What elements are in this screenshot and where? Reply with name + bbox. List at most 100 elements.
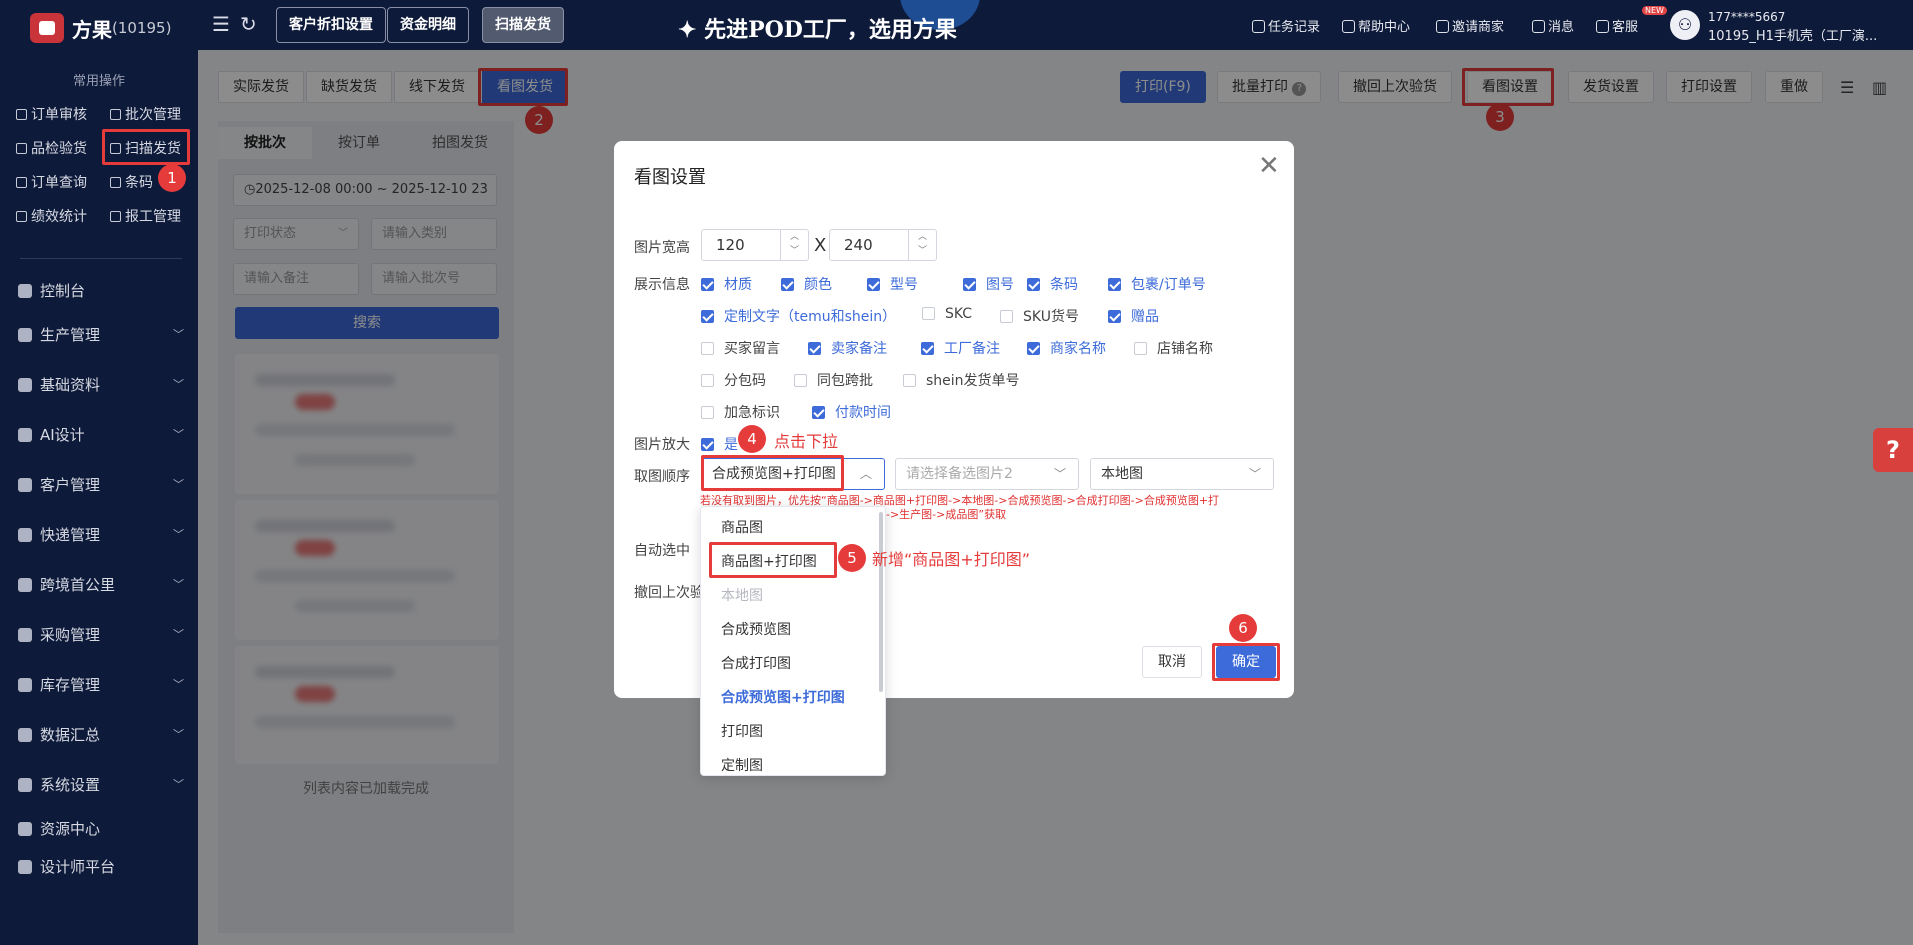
stepper-icon[interactable]: ︿ ﹀	[908, 230, 936, 260]
display-option-checkbox[interactable]: 付款时间	[812, 402, 891, 422]
batch-icon	[110, 109, 121, 120]
height-value: 240	[844, 236, 873, 254]
annotation-text-5: 新增“商品图+打印图”	[872, 550, 1030, 569]
fund-detail-button[interactable]: 资金明细	[387, 7, 469, 43]
checkbox-box	[963, 278, 976, 291]
display-option-checkbox[interactable]: 工厂备注	[921, 338, 1000, 358]
quick-performance[interactable]: 绩效统计	[16, 206, 87, 226]
dropdown-option-selected[interactable]: 合成预览图+打印图	[721, 687, 845, 707]
discount-settings-button[interactable]: 客户折扣设置	[276, 7, 386, 43]
menu-purchase[interactable]: 采购管理 ﹀	[18, 624, 188, 645]
dropdown-option[interactable]: 合成预览图	[721, 619, 791, 639]
width-input[interactable]: 120 ︿ ﹀	[701, 229, 809, 261]
menu-crossborder[interactable]: 跨境首公里 ﹀	[18, 574, 188, 595]
menu-ai-design[interactable]: AI设计 ﹀	[18, 424, 188, 445]
display-option-checkbox[interactable]: 图号	[963, 274, 1014, 294]
checkbox-box	[921, 342, 934, 355]
image-order-select-3[interactable]: 本地图 ﹀	[1090, 458, 1274, 490]
menu-system-settings[interactable]: 系统设置 ﹀	[18, 774, 188, 795]
dropdown-scrollbar[interactable]	[879, 512, 883, 692]
menu-label: 设计师平台	[40, 858, 116, 876]
display-option-checkbox[interactable]: 加急标识	[701, 402, 780, 422]
display-option-checkbox[interactable]: 商家名称	[1027, 338, 1106, 358]
purchase-icon	[18, 628, 32, 642]
scan-ship-button[interactable]: 扫描发货	[482, 7, 564, 43]
display-option-checkbox[interactable]: 颜色	[781, 274, 832, 294]
task-record-link[interactable]: 任务记录	[1252, 16, 1320, 35]
display-option-checkbox[interactable]: 店铺名称	[1134, 338, 1213, 358]
help-center-link[interactable]: 帮助中心	[1342, 16, 1410, 35]
display-option-checkbox[interactable]: 材质	[701, 274, 752, 294]
menu-production[interactable]: 生产管理 ﹀	[18, 324, 188, 345]
menu-label: 基础资料	[40, 376, 101, 394]
stepper-icon[interactable]: ︿ ﹀	[780, 230, 808, 260]
collapse-menu-icon[interactable]: ☰	[212, 12, 230, 36]
refresh-icon[interactable]: ↻	[240, 12, 257, 36]
menu-label: 跨境首公里	[40, 576, 116, 594]
common-ops-title: 常用操作	[72, 74, 125, 89]
menu-label: 系统设置	[40, 776, 101, 794]
menu-resource-center[interactable]: 资源中心	[18, 818, 188, 839]
chevron-down-icon: ﹀	[173, 428, 184, 441]
zoom-yes-label: 是	[724, 437, 738, 453]
quick-batch-manage[interactable]: 批次管理	[110, 104, 181, 124]
dropdown-option[interactable]: 合成打印图	[721, 653, 791, 673]
quick-work-report[interactable]: 报工管理	[110, 206, 181, 226]
user-shop[interactable]: 10195_H1手机壳（工厂演...	[1708, 25, 1908, 44]
report-icon	[110, 211, 121, 222]
help-icon	[1342, 20, 1355, 33]
display-option-checkbox[interactable]: 同包跨批	[794, 370, 873, 390]
message-link[interactable]: 消息	[1532, 16, 1574, 35]
help-float-button[interactable]: ?	[1873, 428, 1913, 472]
display-option-checkbox[interactable]: shein发货单号	[903, 370, 1020, 390]
express-icon	[18, 528, 32, 542]
checkbox-box	[808, 342, 821, 355]
checkbox-box	[1134, 342, 1147, 355]
menu-label: 库存管理	[40, 676, 101, 694]
menu-basic-data[interactable]: 基础资料 ﹀	[18, 374, 188, 395]
quick-label: 订单审核	[31, 107, 87, 123]
quick-order-query[interactable]: 订单查询	[16, 172, 87, 192]
display-option-checkbox[interactable]: SKU货号	[1000, 306, 1079, 326]
display-option-checkbox[interactable]: 卖家备注	[808, 338, 887, 358]
menu-data-summary[interactable]: 数据汇总 ﹀	[18, 724, 188, 745]
display-option-checkbox[interactable]: 包裹/订单号	[1108, 274, 1206, 294]
invite-merchant-link[interactable]: 邀请商家	[1436, 16, 1504, 35]
checkbox-box	[701, 406, 714, 419]
zoom-checkbox[interactable]: 是	[701, 434, 738, 454]
display-option-label: 分包码	[724, 373, 766, 389]
menu-customer[interactable]: 客户管理 ﹀	[18, 474, 188, 495]
display-option-checkbox[interactable]: 赠品	[1108, 306, 1159, 326]
checkbox-box	[1108, 278, 1121, 291]
display-option-checkbox[interactable]: SKC	[922, 306, 972, 322]
quick-barcode[interactable]: 条码	[110, 172, 153, 192]
display-option-checkbox[interactable]: 买家留言	[701, 338, 780, 358]
height-input[interactable]: 240 ︿ ﹀	[829, 229, 937, 261]
user-phone[interactable]: 177****5667	[1708, 10, 1785, 24]
menu-dashboard[interactable]: 控制台	[18, 280, 188, 301]
chevron-down-icon: ﹀	[1053, 467, 1066, 481]
display-option-checkbox[interactable]: 型号	[867, 274, 918, 294]
avatar-icon[interactable]: ⚇	[1670, 10, 1700, 40]
menu-label: AI设计	[40, 426, 85, 444]
menu-express[interactable]: 快递管理 ﹀	[18, 524, 188, 545]
close-icon[interactable]: ✕	[1258, 151, 1280, 181]
dropdown-option[interactable]: 商品图	[721, 517, 763, 537]
customer-service-link[interactable]: 客服	[1596, 16, 1638, 35]
checkbox-box	[701, 374, 714, 387]
checkbox-box	[1027, 278, 1040, 291]
menu-designer-platform[interactable]: 设计师平台	[18, 856, 188, 877]
display-option-checkbox[interactable]: 分包码	[701, 370, 766, 390]
cancel-button[interactable]: 取消	[1142, 646, 1202, 678]
annotation-badge-1: 1	[158, 164, 186, 192]
dropdown-option[interactable]: 定制图	[721, 755, 763, 775]
quick-order-review[interactable]: 订单审核	[16, 104, 87, 124]
chevron-down-icon: ﹀	[173, 628, 184, 641]
quick-qc-inspect[interactable]: 品检验货	[16, 138, 87, 158]
size-separator: X	[814, 235, 827, 256]
display-option-checkbox[interactable]: 条码	[1027, 274, 1078, 294]
dropdown-option[interactable]: 打印图	[721, 721, 763, 741]
menu-inventory[interactable]: 库存管理 ﹀	[18, 674, 188, 695]
display-option-checkbox[interactable]: 定制文字（temu和shein）	[701, 306, 896, 326]
image-order-select-2[interactable]: 请选择备选图片2 ﹀	[895, 458, 1079, 490]
